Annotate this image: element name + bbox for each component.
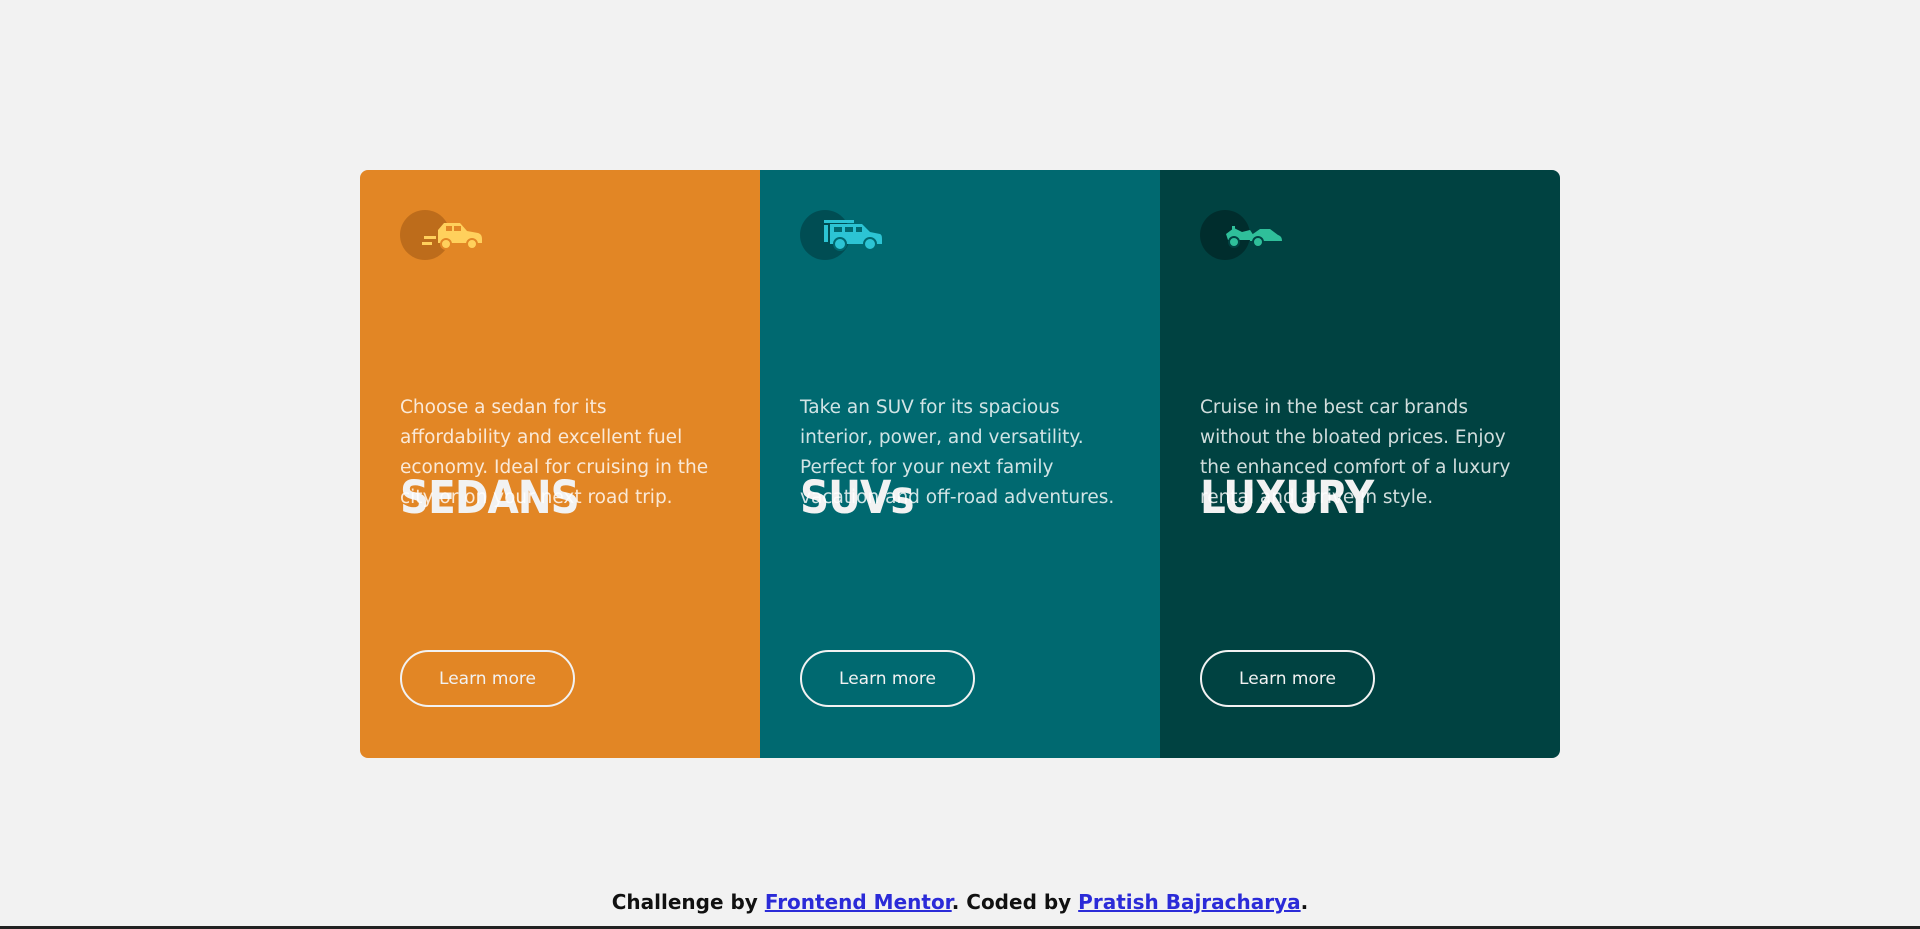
card-luxury: LUXURY Cruise in the best car brands wit… [1160, 170, 1560, 758]
attribution-prefix: Challenge by [611, 890, 765, 914]
attribution-middle: . Coded by [951, 890, 1079, 914]
card-description: Take an SUV for its spacious interior, p… [800, 397, 1115, 508]
card-description: Cruise in the best car brands without th… [1200, 397, 1511, 508]
frontend-mentor-link[interactable]: Frontend Mentor [765, 890, 952, 914]
learn-more-button[interactable]: Learn more [400, 650, 575, 707]
card-sedans: SEDANS Choose a sedan for its affordabil… [360, 170, 760, 758]
author-link[interactable]: Pratish Bajracharya [1078, 890, 1300, 914]
card-description: Choose a sedan for its affordability and… [400, 397, 709, 508]
learn-more-button[interactable]: Learn more [800, 650, 975, 707]
attribution: Challenge by Frontend Mentor. Coded by P… [0, 890, 1920, 914]
car-cards-container: SEDANS Choose a sedan for its affordabil… [360, 170, 1560, 758]
sedan-car-icon [400, 210, 484, 260]
suv-car-icon [800, 210, 884, 260]
sedan-car-svg [422, 223, 482, 250]
attribution-suffix: . [1300, 890, 1309, 914]
luxury-car-icon [1200, 210, 1284, 260]
card-suvs: SUVs Take an SUV for its spacious interi… [760, 170, 1160, 758]
learn-more-button[interactable]: Learn more [1200, 650, 1375, 707]
luxury-car-svg [1226, 226, 1282, 248]
suv-car-svg [824, 220, 882, 251]
